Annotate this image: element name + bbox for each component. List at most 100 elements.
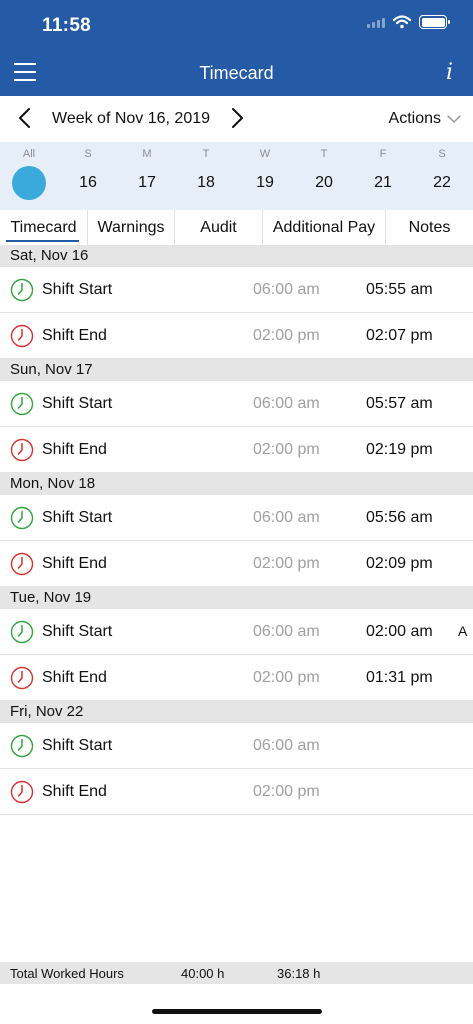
day-number: 17 [138, 174, 156, 191]
shift-end-row[interactable]: Shift End 02:00 pm 01:31 pm [0, 655, 473, 701]
tab-timecard[interactable]: Timecard [0, 210, 88, 245]
selected-day-indicator [12, 166, 46, 200]
date-section-header: Tue, Nov 19 [0, 587, 473, 609]
day-letter: T [320, 148, 328, 160]
scheduled-time: 06:00 am [253, 509, 320, 526]
punch-label: Shift Start [42, 509, 113, 526]
tab-label: Audit [200, 218, 237, 236]
shift-end-clock-icon [10, 780, 34, 804]
tab-additional-pay[interactable]: Additional Pay [263, 210, 386, 245]
app-header: 11:58 Timecard i [0, 0, 473, 96]
shift-end-clock-icon [10, 324, 34, 348]
week-label: Week of Nov 16, 2019 [52, 110, 211, 127]
tab-label: Warnings [97, 218, 165, 236]
day-letter: M [142, 148, 152, 160]
tab-label: Timecard [10, 218, 77, 236]
punch-label: Shift End [42, 669, 107, 686]
punch-label: Shift Start [42, 623, 113, 640]
scheduled-time: 02:00 pm [253, 327, 320, 344]
shift-end-clock-icon [10, 666, 34, 690]
battery-icon [419, 15, 450, 29]
day-letter: T [202, 148, 210, 160]
tab-warnings[interactable]: Warnings [88, 210, 175, 245]
tab-audit[interactable]: Audit [175, 210, 263, 245]
cellular-signal-icon [367, 16, 385, 28]
day-19[interactable]: W 19 [245, 142, 285, 210]
week-navigation: Week of Nov 16, 2019 Actions [0, 96, 473, 142]
chevron-right-icon[interactable] [224, 106, 248, 130]
total-hours-label: Total Worked Hours [10, 966, 124, 981]
shift-end-row[interactable]: Shift End 02:00 pm 02:09 pm [0, 541, 473, 587]
scheduled-time: 06:00 am [253, 623, 320, 640]
punch-label: Shift End [42, 783, 107, 800]
punch-label: Shift End [42, 327, 107, 344]
scheduled-time: 02:00 pm [253, 555, 320, 572]
day-letter: All [22, 148, 36, 160]
day-number: 16 [79, 174, 97, 191]
actions-label: Actions [388, 110, 441, 127]
actual-time: 05:57 am [366, 395, 433, 412]
day-number: 20 [315, 174, 333, 191]
date-section-header: Mon, Nov 18 [0, 473, 473, 495]
day-letter: F [379, 148, 387, 160]
actual-time: 05:56 am [366, 509, 433, 526]
day-21[interactable]: F 21 [363, 142, 403, 210]
wifi-icon [393, 15, 411, 29]
chevron-left-icon[interactable] [14, 106, 38, 130]
tab-label: Notes [408, 218, 451, 236]
punch-label: Shift End [42, 555, 107, 572]
timecard-list: Sat, Nov 16 Shift Start 06:00 am 05:55 am Sh… [0, 245, 473, 815]
day-number: 19 [256, 174, 274, 191]
info-button[interactable]: i [446, 60, 453, 85]
actual-time: 02:07 pm [366, 327, 433, 344]
day-18[interactable]: T 18 [186, 142, 226, 210]
date-section-header: Fri, Nov 22 [0, 701, 473, 723]
tab-bar: Timecard Warnings Audit Additional Pay Notes [0, 210, 473, 245]
day-16[interactable]: S 16 [68, 142, 108, 210]
shift-start-clock-icon [10, 392, 34, 416]
scheduled-time: 06:00 am [253, 737, 320, 754]
day-22[interactable]: S 22 [422, 142, 462, 210]
home-indicator [152, 1009, 322, 1014]
punch-label: Shift End [42, 441, 107, 458]
scheduled-time: 02:00 pm [253, 669, 320, 686]
actions-dropdown[interactable]: Actions [389, 110, 461, 128]
tab-notes[interactable]: Notes [386, 210, 473, 245]
exception-flag: A [458, 623, 468, 639]
day-number: 22 [433, 174, 451, 191]
day-letter: W [259, 148, 271, 160]
day-letter: S [438, 148, 446, 160]
punch-label: Shift Start [42, 737, 113, 754]
shift-end-row[interactable]: Shift End 02:00 pm [0, 769, 473, 815]
day-20[interactable]: T 20 [304, 142, 344, 210]
shift-start-row[interactable]: Shift Start 06:00 am [0, 723, 473, 769]
tab-label: Additional Pay [272, 218, 376, 236]
shift-end-row[interactable]: Shift End 02:00 pm 02:07 pm [0, 313, 473, 359]
actual-time: 01:31 pm [366, 669, 433, 686]
shift-start-row[interactable]: Shift Start 06:00 am 02:00 am A [0, 609, 473, 655]
date-section-header: Sat, Nov 16 [0, 245, 473, 267]
shift-end-row[interactable]: Shift End 02:00 pm 02:19 pm [0, 427, 473, 473]
day-selector: All S 16 M 17 T 18 W 19 T 20 F 21 S 22 [0, 142, 473, 210]
day-number: 21 [374, 174, 392, 191]
page-title: Timecard [199, 63, 274, 83]
status-icons [367, 15, 450, 29]
shift-end-clock-icon [10, 552, 34, 576]
shift-start-row[interactable]: Shift Start 06:00 am 05:57 am [0, 381, 473, 427]
actual-time: 02:00 am [366, 623, 433, 640]
status-time: 11:58 [42, 15, 92, 36]
shift-start-clock-icon [10, 278, 34, 302]
totals-footer: Total Worked Hours 40:00 h 36:18 h [0, 962, 473, 984]
scheduled-total: 40:00 h [181, 966, 225, 981]
shift-start-clock-icon [10, 734, 34, 758]
shift-start-clock-icon [10, 620, 34, 644]
actual-time: 05:55 am [366, 281, 433, 298]
punch-label: Shift Start [42, 281, 113, 298]
day-17[interactable]: M 17 [127, 142, 167, 210]
shift-start-row[interactable]: Shift Start 06:00 am 05:55 am [0, 267, 473, 313]
day-all[interactable]: All [9, 142, 49, 210]
shift-start-clock-icon [10, 506, 34, 530]
shift-start-row[interactable]: Shift Start 06:00 am 05:56 am [0, 495, 473, 541]
scheduled-time: 06:00 am [253, 395, 320, 412]
scheduled-time: 06:00 am [253, 281, 320, 298]
